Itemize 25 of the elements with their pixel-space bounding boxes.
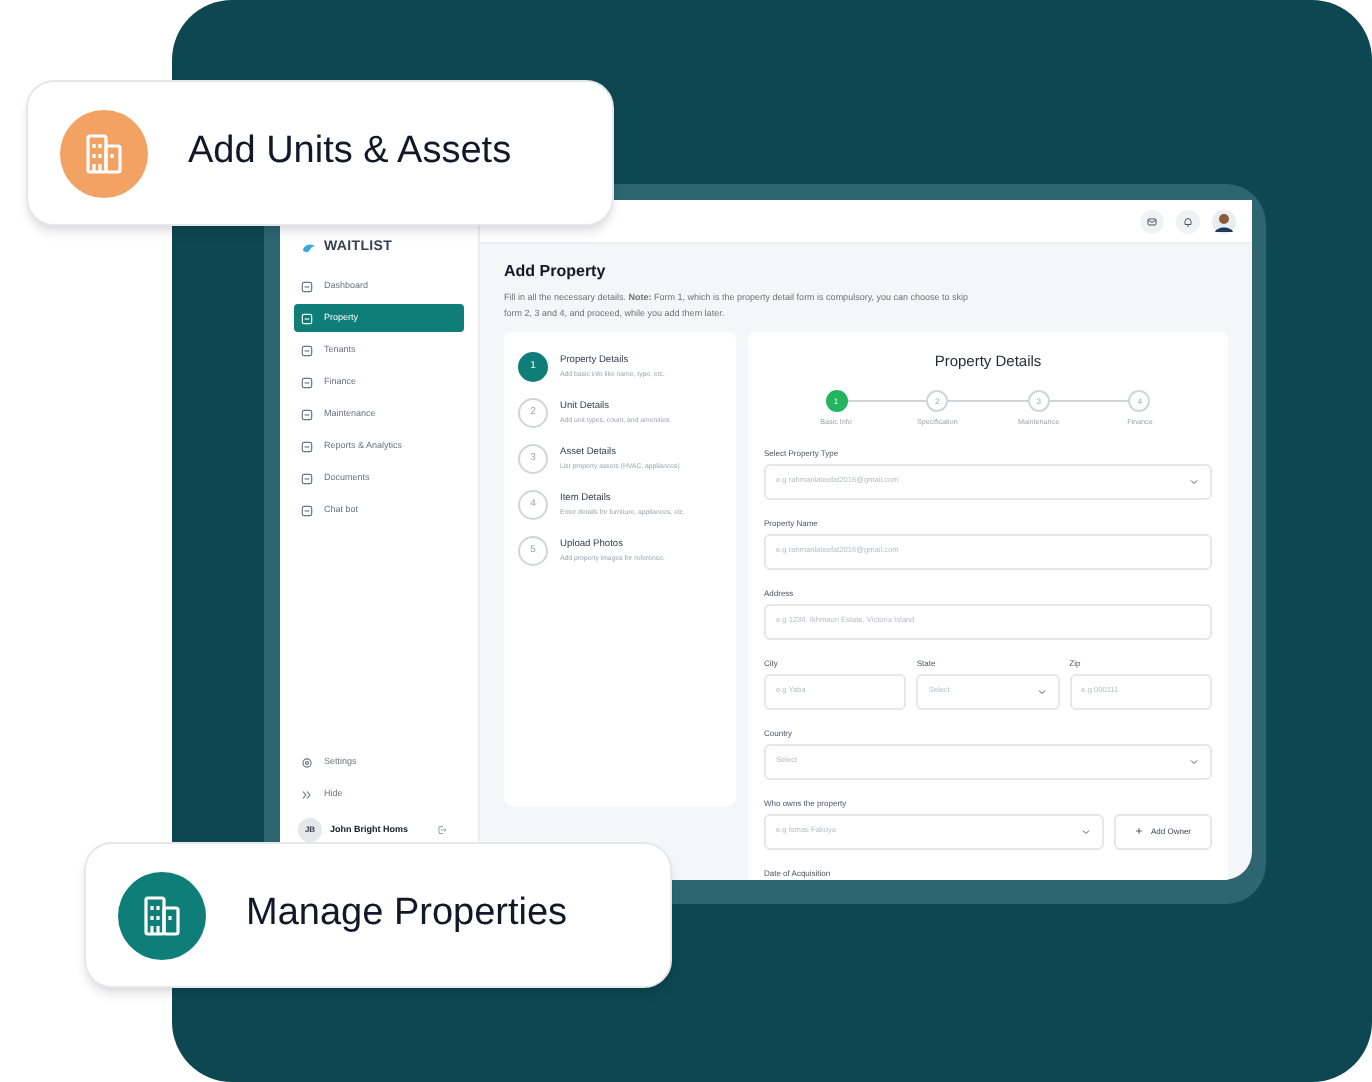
logout-icon[interactable] — [436, 824, 448, 836]
square-icon — [300, 375, 314, 389]
mail-button[interactable] — [1140, 209, 1164, 233]
feature-title: Manage Properties — [246, 890, 568, 939]
avatar-figure[interactable] — [1212, 209, 1236, 233]
settings-icon — [300, 755, 314, 769]
notification-button[interactable] — [1176, 209, 1200, 233]
square-icon — [300, 279, 314, 293]
logo-icon — [300, 239, 318, 257]
double-chevron-icon — [300, 787, 314, 801]
square-icon — [300, 407, 314, 421]
square-icon — [300, 471, 314, 485]
chevron-down-icon — [1035, 685, 1048, 698]
mail-icon — [1146, 215, 1158, 227]
square-icon — [300, 311, 314, 325]
square-icon — [300, 439, 314, 453]
plus-icon — [1134, 826, 1145, 837]
chevron-down-icon — [1080, 825, 1092, 838]
chevron-down-icon — [1188, 755, 1200, 768]
chevron-down-icon — [1188, 475, 1200, 488]
page-title: Add Property — [504, 260, 608, 284]
feature-title: Add Units & Assets — [188, 128, 512, 177]
square-icon — [300, 503, 314, 517]
bell-icon — [1182, 215, 1194, 227]
square-icon — [300, 343, 314, 357]
